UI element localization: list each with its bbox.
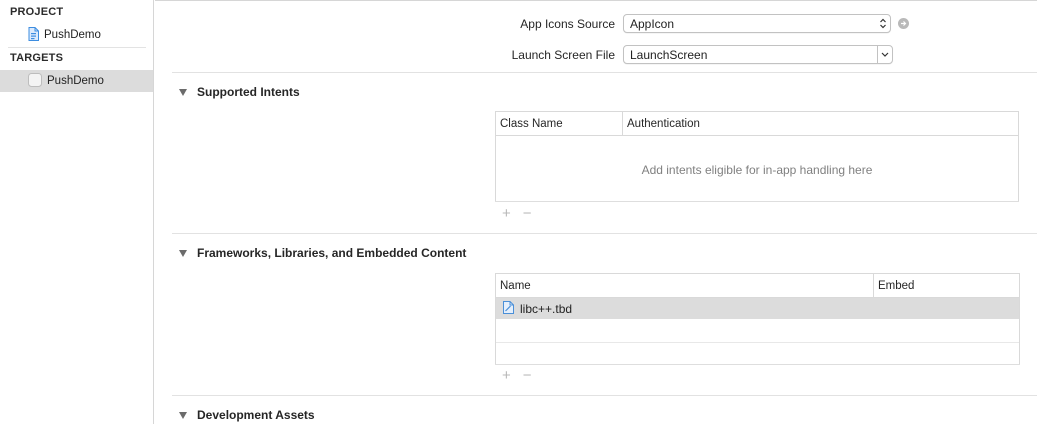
project-section-header: PROJECT xyxy=(10,6,64,18)
disclosure-triangle-icon[interactable] xyxy=(179,88,187,96)
section-separator xyxy=(172,72,1037,73)
project-navigator-sidebar: PROJECT PushDemo TARGETS PushDemo xyxy=(0,0,154,424)
column-header-embed[interactable]: Embed xyxy=(874,274,1014,297)
sidebar-item-label: PushDemo xyxy=(47,75,104,87)
framework-name: libc++.tbd xyxy=(520,301,573,316)
column-header-class-name[interactable]: Class Name xyxy=(496,112,622,135)
section-separator xyxy=(172,233,1037,234)
table-bottom-line xyxy=(495,364,1020,365)
section-title: Frameworks, Libraries, and Embedded Cont… xyxy=(197,246,467,260)
library-file-icon xyxy=(503,300,514,317)
go-to-arrow-icon[interactable] xyxy=(898,18,909,29)
chevron-down-icon[interactable] xyxy=(877,46,891,63)
section-separator xyxy=(172,395,1037,396)
column-header-name[interactable]: Name xyxy=(496,274,873,297)
launch-screen-file-label: Launch Screen File xyxy=(511,48,615,62)
app-icons-source-popup[interactable]: AppIcon xyxy=(623,14,891,33)
add-framework-button[interactable]: + xyxy=(502,367,511,384)
sidebar-item-label: PushDemo xyxy=(44,29,101,41)
intents-add-remove-bar: + − xyxy=(502,205,532,222)
app-icons-source-label: App Icons Source xyxy=(520,17,615,31)
targets-section-header: TARGETS xyxy=(10,52,64,64)
launch-screen-file-combo[interactable]: LaunchScreen xyxy=(623,45,893,64)
supported-intents-header[interactable]: Supported Intents xyxy=(179,85,300,99)
row-separator xyxy=(496,342,1019,343)
section-title: Supported Intents xyxy=(197,85,300,99)
xcode-target-settings: PROJECT PushDemo TARGETS PushDemo App Ic… xyxy=(0,0,1037,424)
target-editor: App Icons Source AppIcon Launch Screen F… xyxy=(155,0,1037,424)
popup-arrows-icon xyxy=(878,16,888,31)
sidebar-item-project[interactable]: PushDemo xyxy=(0,24,153,46)
table-row[interactable]: libc++.tbd xyxy=(496,298,1019,319)
frameworks-table: Name Embed libc++.tbd xyxy=(495,273,1020,364)
remove-framework-button[interactable]: − xyxy=(523,367,532,384)
add-intent-button[interactable]: + xyxy=(502,205,511,222)
intents-empty-placeholder: Add intents eligible for in-app handling… xyxy=(641,163,873,177)
top-border xyxy=(155,0,1037,1)
disclosure-triangle-icon[interactable] xyxy=(179,411,187,419)
column-header-authentication[interactable]: Authentication xyxy=(623,112,1013,135)
sidebar-item-target[interactable]: PushDemo xyxy=(0,70,153,92)
development-assets-header[interactable]: Development Assets xyxy=(179,408,315,422)
table-bottom-line xyxy=(495,201,1019,202)
disclosure-triangle-icon[interactable] xyxy=(179,249,187,257)
app-target-icon xyxy=(28,72,42,90)
project-file-icon xyxy=(28,26,39,44)
app-icons-source-value: AppIcon xyxy=(630,16,675,31)
section-title: Development Assets xyxy=(197,408,315,422)
remove-intent-button[interactable]: − xyxy=(523,205,532,222)
intents-table: Class Name Authentication Add intents el… xyxy=(495,111,1019,202)
frameworks-add-remove-bar: + − xyxy=(502,367,532,384)
header-divider xyxy=(496,135,1018,136)
sidebar-divider xyxy=(8,47,146,48)
frameworks-header[interactable]: Frameworks, Libraries, and Embedded Cont… xyxy=(179,246,466,260)
launch-screen-file-value: LaunchScreen xyxy=(630,47,708,62)
